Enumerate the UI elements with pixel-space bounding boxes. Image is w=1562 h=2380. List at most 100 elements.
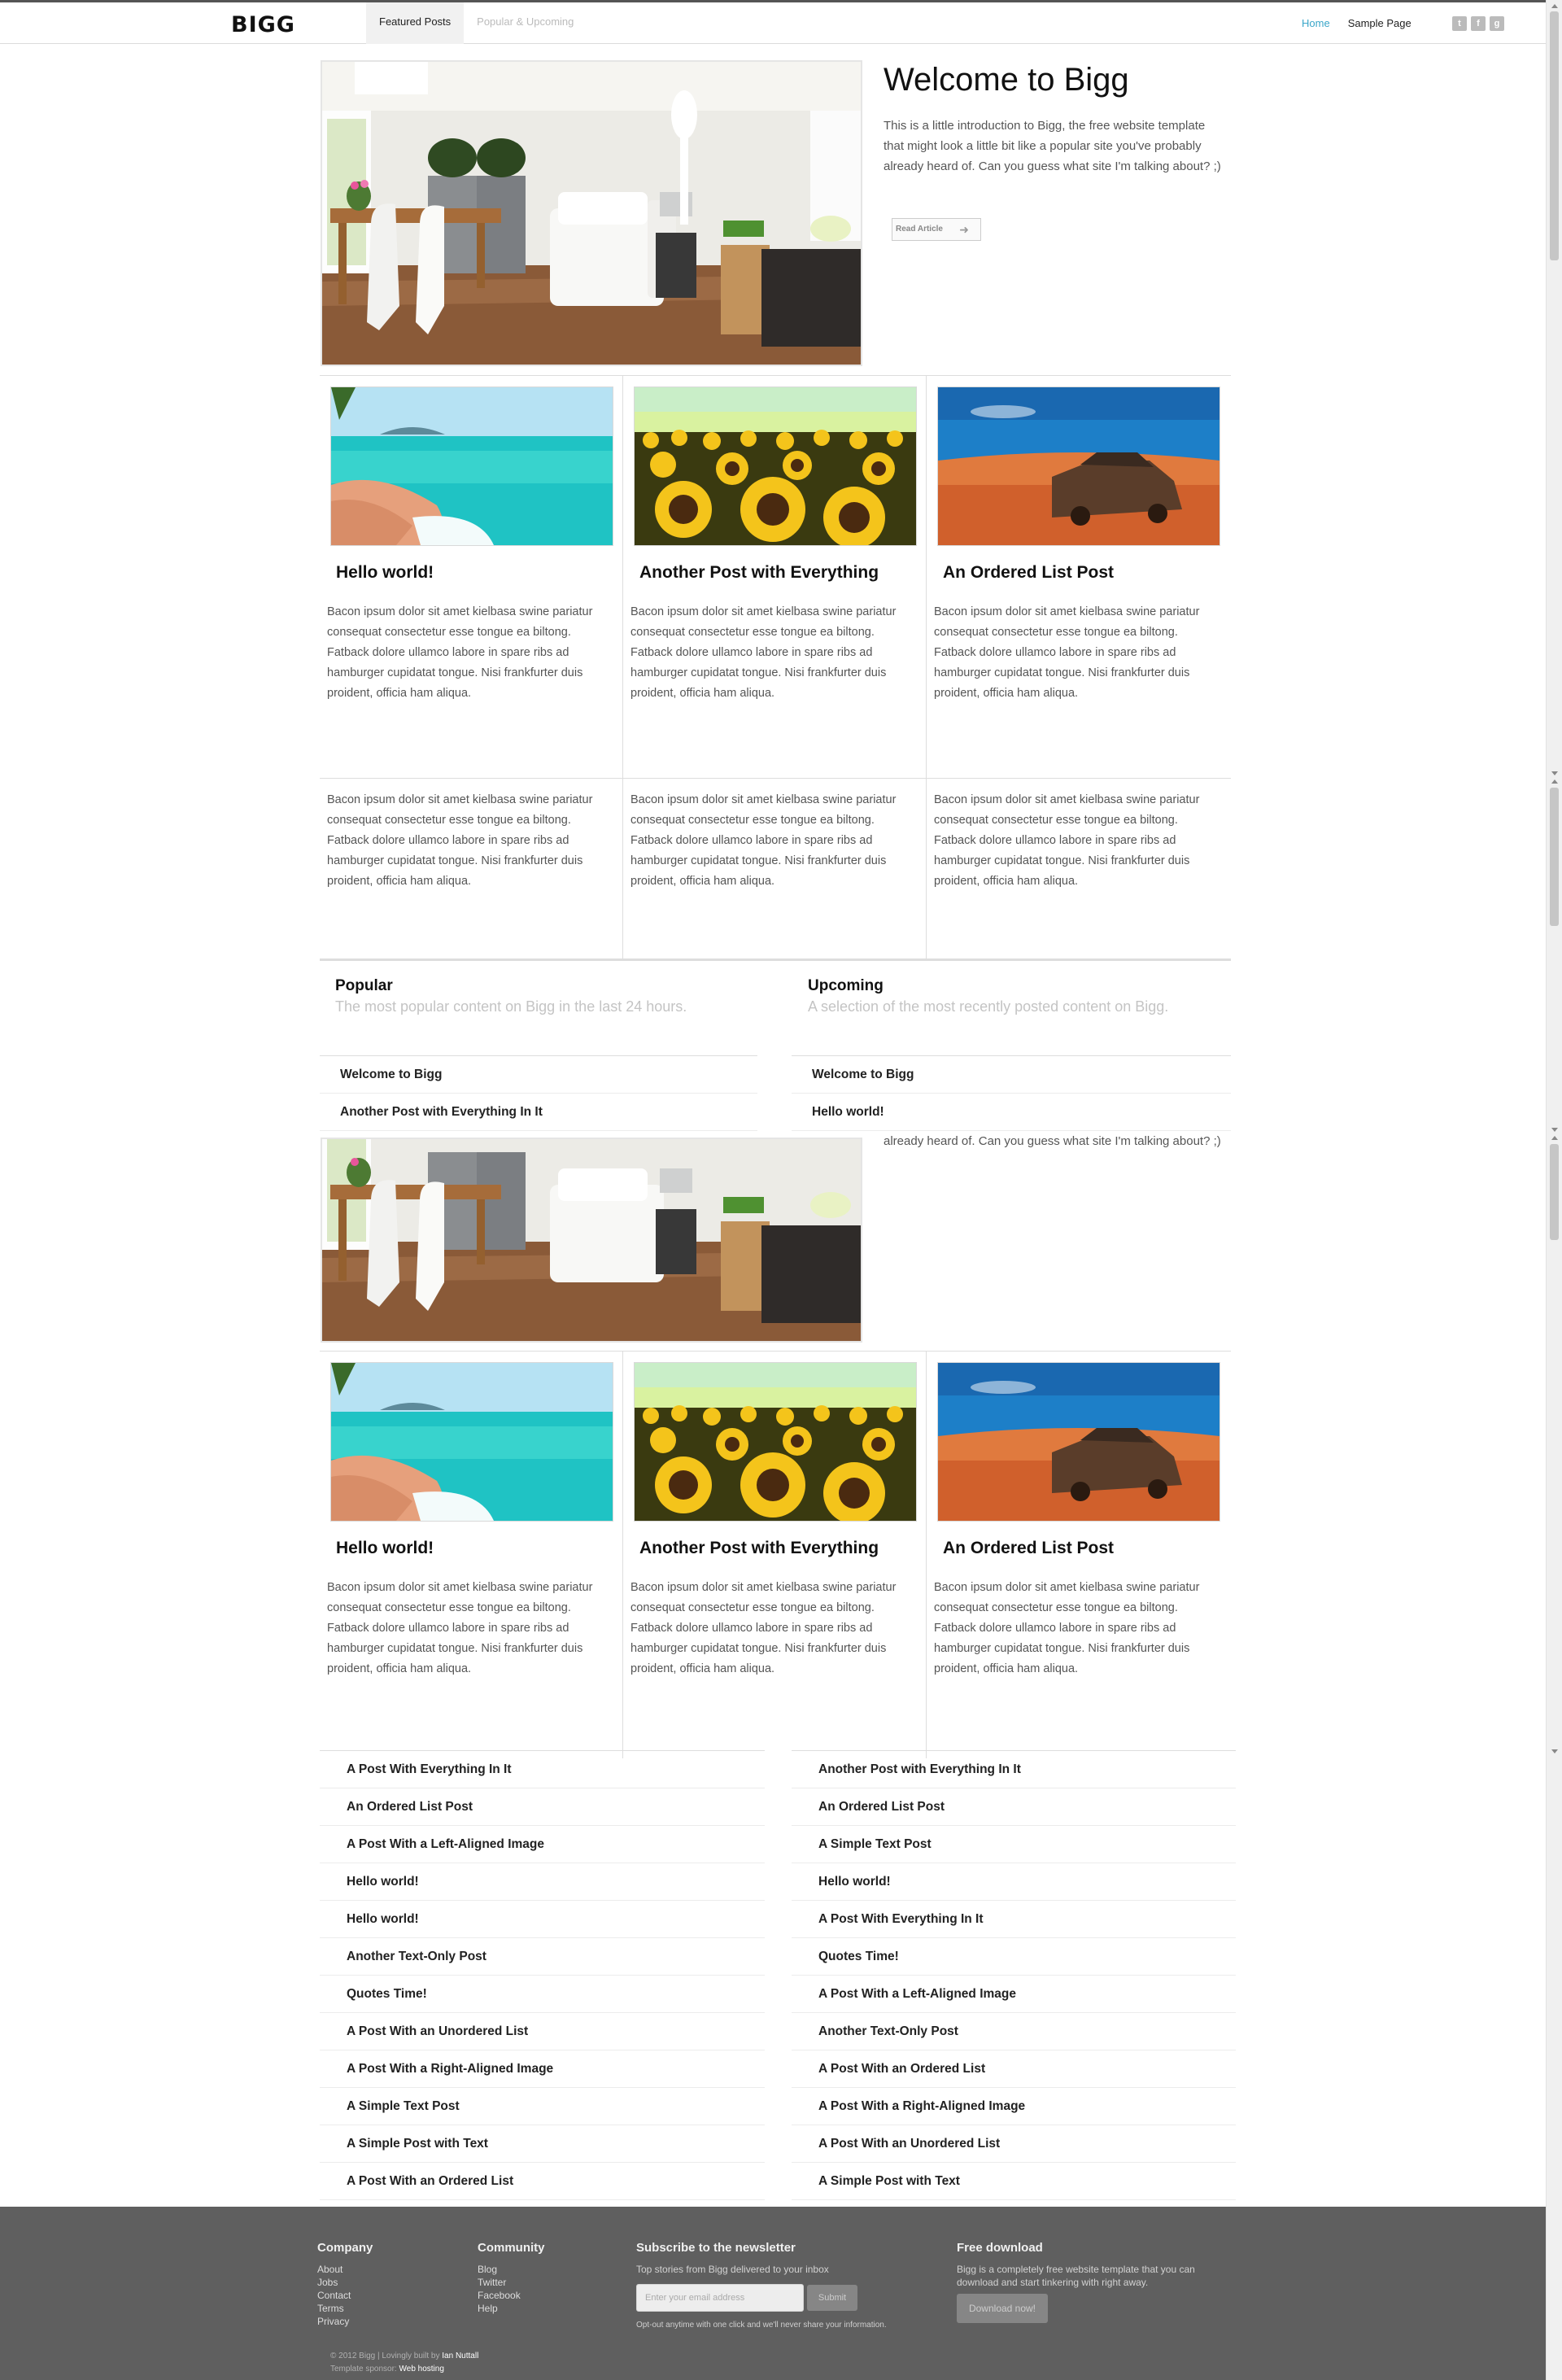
list-item[interactable]: Another Text-Only Post bbox=[320, 1938, 765, 1976]
site-logo[interactable]: BIGG bbox=[231, 12, 295, 37]
list-item[interactable]: A Post With a Left-Aligned Image bbox=[320, 1826, 765, 1863]
page-scrollbar[interactable] bbox=[1546, 0, 1562, 2380]
list-item[interactable]: Another Text-Only Post bbox=[792, 2013, 1236, 2050]
post-title[interactable]: Hello world! bbox=[336, 1539, 434, 1558]
footer-link-blog[interactable]: Blog bbox=[478, 2263, 545, 2276]
scroll-thumb[interactable] bbox=[1550, 1144, 1559, 1240]
arrow-right-icon: ➜ bbox=[959, 223, 969, 236]
post-card: Another Post with Everything Bacon ipsum… bbox=[623, 1352, 927, 1758]
post-image-beach[interactable] bbox=[330, 1362, 613, 1522]
hero-image[interactable] bbox=[321, 1138, 862, 1343]
list-item[interactable]: A Simple Post with Text bbox=[320, 2125, 765, 2163]
list-item[interactable]: A Simple Text Post bbox=[320, 2088, 765, 2125]
popular-list: Welcome to Bigg Another Post with Everyt… bbox=[320, 1055, 757, 1131]
post-title[interactable]: An Ordered List Post bbox=[943, 563, 1114, 583]
footer-link-contact[interactable]: Contact bbox=[317, 2289, 373, 2302]
hero-title[interactable]: Welcome to Bigg bbox=[884, 62, 1129, 98]
download-description: Bigg is a completely free website templa… bbox=[957, 2264, 1195, 2288]
post-excerpt: Bacon ipsum dolor sit amet kielbasa swin… bbox=[934, 605, 1200, 700]
hero-intro-text: already heard of. Can you guess what sit… bbox=[884, 1134, 1221, 1148]
rss-icon[interactable]: g bbox=[1490, 16, 1504, 31]
scroll-down-arrow-icon[interactable] bbox=[1551, 771, 1558, 775]
list-item[interactable]: An Ordered List Post bbox=[792, 1788, 1236, 1826]
scroll-thumb[interactable] bbox=[1550, 11, 1559, 260]
footer-link-about[interactable]: About bbox=[317, 2263, 373, 2276]
list-item[interactable]: Another Post with Everything In It bbox=[320, 1094, 757, 1131]
hero-image[interactable] bbox=[321, 60, 862, 366]
list-item[interactable]: A Post With an Unordered List bbox=[320, 2013, 765, 2050]
author-link[interactable]: Ian Nuttall bbox=[442, 2352, 478, 2360]
footer-link-twitter[interactable]: Twitter bbox=[478, 2276, 545, 2289]
download-heading: Free download bbox=[957, 2241, 1043, 2255]
footer-link-help[interactable]: Help bbox=[478, 2302, 545, 2315]
list-item[interactable]: A Post With an Ordered List bbox=[792, 2050, 1236, 2088]
post-image-sunflowers[interactable] bbox=[634, 386, 917, 546]
list-item[interactable]: A Simple Text Post bbox=[792, 1826, 1236, 1863]
footer-company-heading: Company bbox=[317, 2241, 373, 2255]
list-item[interactable]: Welcome to Bigg bbox=[320, 1056, 757, 1094]
newsletter-email-field[interactable]: Enter your email address bbox=[636, 2284, 804, 2312]
list-item[interactable]: A Post With a Right-Aligned Image bbox=[320, 2050, 765, 2088]
sponsor-link[interactable]: Web hosting bbox=[399, 2365, 444, 2373]
post-title[interactable]: Another Post with Everything bbox=[639, 563, 879, 583]
scroll-up-arrow-icon[interactable] bbox=[1551, 1136, 1558, 1140]
footer-newsletter: Subscribe to the newsletter Top stories … bbox=[636, 2241, 829, 2276]
list-item[interactable]: A Post With Everything In It bbox=[320, 1751, 765, 1788]
list-item[interactable]: A Post With Everything In It bbox=[792, 1901, 1236, 1938]
post-image-desert-car[interactable] bbox=[937, 1362, 1220, 1522]
post-card: Another Post with Everything Bacon ipsum… bbox=[623, 376, 927, 778]
upcoming-list: Welcome to Bigg Hello world! bbox=[792, 1055, 1231, 1131]
footer-download: Free download Bigg is a completely free … bbox=[957, 2241, 1225, 2289]
upcoming-post-list: Another Post with Everything In It An Or… bbox=[792, 1750, 1236, 2200]
footer-link-facebook[interactable]: Facebook bbox=[478, 2289, 545, 2302]
social-links: t f g bbox=[1452, 16, 1504, 31]
list-item[interactable]: Hello world! bbox=[320, 1901, 765, 1938]
list-item[interactable]: A Post With an Unordered List bbox=[792, 2125, 1236, 2163]
list-item[interactable]: A Post With an Ordered List bbox=[320, 2163, 765, 2200]
post-title[interactable]: Hello world! bbox=[336, 563, 434, 583]
post-card: Bacon ipsum dolor sit amet kielbasa swin… bbox=[927, 779, 1231, 959]
list-item[interactable]: Hello world! bbox=[792, 1863, 1236, 1901]
post-card: Hello world! Bacon ipsum dolor sit amet … bbox=[320, 376, 623, 778]
read-article-button[interactable]: Read Article ➜ bbox=[892, 218, 981, 241]
post-excerpt: Bacon ipsum dolor sit amet kielbasa swin… bbox=[327, 793, 593, 888]
scroll-thumb[interactable] bbox=[1550, 788, 1559, 926]
scroll-up-arrow-icon[interactable] bbox=[1551, 780, 1558, 784]
post-excerpt: Bacon ipsum dolor sit amet kielbasa swin… bbox=[630, 605, 897, 700]
top-navigation-bar: BIGG Featured Posts Popular & Upcoming H… bbox=[0, 0, 1546, 44]
tab-featured-posts[interactable]: Featured Posts bbox=[366, 2, 465, 44]
popular-upcoming-section: Popular The most popular content on Bigg… bbox=[320, 959, 1231, 1131]
scroll-up-arrow-icon[interactable] bbox=[1551, 4, 1558, 8]
twitter-icon[interactable]: t bbox=[1452, 16, 1467, 31]
scroll-down-arrow-icon[interactable] bbox=[1551, 1128, 1558, 1132]
list-item[interactable]: An Ordered List Post bbox=[320, 1788, 765, 1826]
list-item[interactable]: A Post With a Left-Aligned Image bbox=[792, 1976, 1236, 2013]
list-item[interactable]: A Simple Post with Text bbox=[792, 2163, 1236, 2200]
post-title[interactable]: Another Post with Everything bbox=[639, 1539, 879, 1558]
footer-link-privacy[interactable]: Privacy bbox=[317, 2315, 373, 2328]
post-image-beach[interactable] bbox=[330, 386, 613, 546]
footer-link-jobs[interactable]: Jobs bbox=[317, 2276, 373, 2289]
newsletter-submit-button[interactable]: Submit bbox=[807, 2285, 857, 2311]
nav-link-sample-page[interactable]: Sample Page bbox=[1348, 17, 1411, 29]
scroll-down-arrow-icon[interactable] bbox=[1551, 1749, 1558, 1753]
list-item[interactable]: Quotes Time! bbox=[792, 1938, 1236, 1976]
tab-popular-upcoming[interactable]: Popular & Upcoming bbox=[464, 2, 587, 44]
footer-company: Company About Jobs Contact Terms Privacy bbox=[317, 2241, 373, 2328]
post-image-sunflowers[interactable] bbox=[634, 1362, 917, 1522]
footer-community-heading: Community bbox=[478, 2241, 545, 2255]
list-item[interactable]: Quotes Time! bbox=[320, 1976, 765, 2013]
list-item[interactable]: Welcome to Bigg bbox=[792, 1056, 1231, 1094]
list-item[interactable]: Hello world! bbox=[792, 1094, 1231, 1131]
hero-intro-text: This is a little introduction to Bigg, t… bbox=[884, 119, 1221, 173]
nav-link-home[interactable]: Home bbox=[1302, 17, 1330, 29]
post-title[interactable]: An Ordered List Post bbox=[943, 1539, 1114, 1558]
list-item[interactable]: Hello world! bbox=[320, 1863, 765, 1901]
copyright: © 2012 Bigg | Lovingly built by Ian Nutt… bbox=[330, 2350, 478, 2376]
post-image-desert-car[interactable] bbox=[937, 386, 1220, 546]
list-item[interactable]: Another Post with Everything In It bbox=[792, 1751, 1236, 1788]
download-now-button[interactable]: Download now! bbox=[957, 2294, 1048, 2323]
facebook-icon[interactable]: f bbox=[1471, 16, 1486, 31]
list-item[interactable]: A Post With a Right-Aligned Image bbox=[792, 2088, 1236, 2125]
footer-link-terms[interactable]: Terms bbox=[317, 2302, 373, 2315]
